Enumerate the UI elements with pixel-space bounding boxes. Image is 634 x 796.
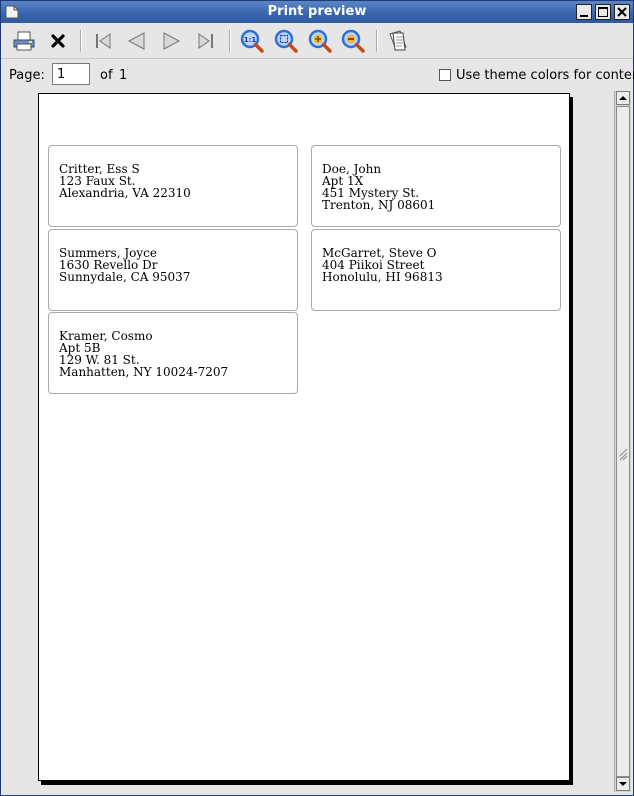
next-page-icon xyxy=(163,32,181,50)
minimize-button[interactable] xyxy=(576,4,592,20)
address-line: Manhatten, NY 10024-7207 xyxy=(59,365,229,379)
close-icon xyxy=(617,7,627,17)
arrow-up-icon xyxy=(619,96,627,100)
toolbar-separator xyxy=(229,30,231,52)
pages-icon xyxy=(389,30,407,51)
address-label: Doe, John Apt 1X 451 Mystery St. Trenton… xyxy=(311,145,561,227)
address-label: Critter, Ess S 123 Faux St. Alexandria, … xyxy=(48,145,298,227)
grip-icon xyxy=(619,448,628,461)
zoom-100-button[interactable]: 1:1 xyxy=(239,28,265,54)
theme-colors-checkbox[interactable] xyxy=(439,69,451,81)
arrow-down-icon xyxy=(619,782,627,786)
of-label: of xyxy=(100,68,113,83)
page-bar: Page: of 1 Use theme colors for content xyxy=(1,59,634,91)
next-page-button[interactable] xyxy=(159,28,185,54)
first-page-icon xyxy=(96,33,111,49)
address-line: Sunnydale, CA 95037 xyxy=(59,270,191,284)
zoom-fit-icon xyxy=(274,29,298,53)
address-line: Trenton, NJ 08601 xyxy=(322,198,436,212)
last-page-button[interactable] xyxy=(193,28,219,54)
page-setup-button[interactable] xyxy=(386,28,412,54)
total-pages-label: 1 xyxy=(119,68,128,83)
address-line: Alexandria, VA 22310 xyxy=(59,186,191,200)
page-label: Page: xyxy=(9,68,45,83)
close-preview-button[interactable] xyxy=(45,28,71,54)
address-label: Summers, Joyce 1630 Revello Dr Sunnydale… xyxy=(48,229,298,311)
zoom-in-button[interactable] xyxy=(307,28,333,54)
previous-page-icon xyxy=(127,32,145,50)
first-page-button[interactable] xyxy=(90,28,116,54)
close-button[interactable] xyxy=(614,4,630,20)
previous-page-button[interactable] xyxy=(123,28,149,54)
print-button[interactable] xyxy=(11,28,37,54)
address-label: Kramer, Cosmo Apt 5B 129 W. 81 St. Manha… xyxy=(48,312,298,394)
scrollbar-thumb[interactable] xyxy=(616,106,630,777)
close-x-icon xyxy=(51,34,65,48)
vertical-scrollbar[interactable] xyxy=(614,91,631,792)
scroll-down-button[interactable] xyxy=(616,777,630,791)
toolbar: 1:1 xyxy=(1,24,633,59)
zoom-in-icon xyxy=(308,29,332,53)
toolbar-separator xyxy=(80,30,82,52)
zoom-actual-size-icon: 1:1 xyxy=(240,29,264,53)
theme-colors-label[interactable]: Use theme colors for content xyxy=(456,68,634,83)
zoom-actual-text: 1:1 xyxy=(244,36,257,44)
window-title: Print preview xyxy=(267,4,367,19)
maximize-icon xyxy=(598,7,608,17)
last-page-icon xyxy=(198,33,213,49)
preview-page: Critter, Ess S 123 Faux St. Alexandria, … xyxy=(38,93,570,781)
zoom-out-button[interactable] xyxy=(340,28,366,54)
address-line: Honolulu, HI 96813 xyxy=(322,270,443,284)
scroll-up-button[interactable] xyxy=(616,91,630,105)
title-bar[interactable]: Print preview xyxy=(1,1,633,23)
zoom-out-icon xyxy=(341,29,365,53)
maximize-button[interactable] xyxy=(595,4,611,20)
toolbar-separator xyxy=(376,30,378,52)
print-preview-window: Print preview 1:1 Page: 1 of 1 Use theme… xyxy=(0,0,634,796)
address-label: McGarret, Steve O 404 Piikoi Street Hono… xyxy=(311,229,561,311)
printer-icon xyxy=(13,31,35,51)
minimize-icon xyxy=(580,15,588,17)
page-number-input[interactable] xyxy=(52,63,90,85)
zoom-fit-button[interactable] xyxy=(273,28,299,54)
